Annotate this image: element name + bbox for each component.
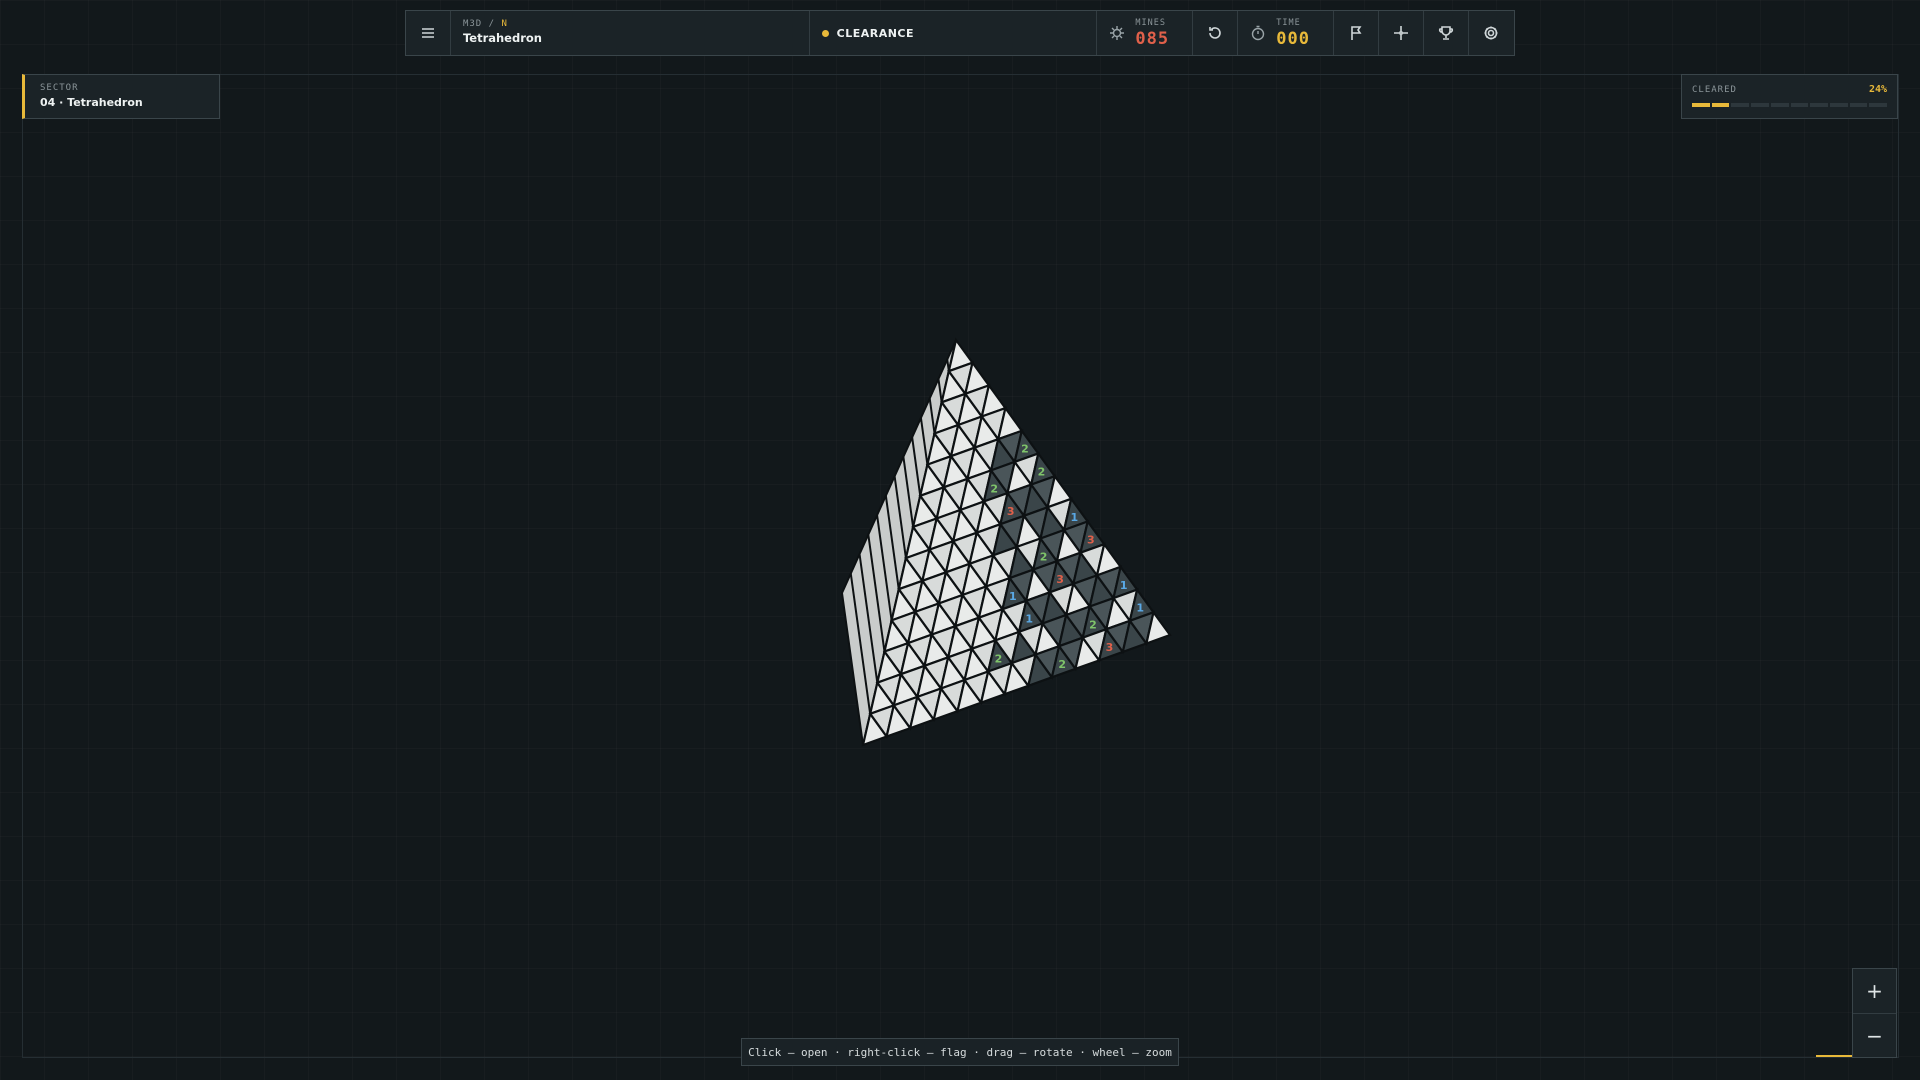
menu-icon xyxy=(421,28,434,38)
cell-number: 3 xyxy=(1007,505,1015,518)
sector-panel: SECTOR 04 · Tetrahedron xyxy=(22,74,220,119)
leaderboard-button[interactable] xyxy=(1424,11,1470,55)
gear-icon xyxy=(1484,26,1498,40)
sector-value: 04 · Tetrahedron xyxy=(40,96,143,109)
cell-number: 3 xyxy=(1056,573,1064,586)
crosshair-icon xyxy=(1394,26,1409,40)
progress-segment xyxy=(1869,103,1888,107)
zoom-out-button[interactable]: − xyxy=(1853,1013,1896,1058)
cell-number: 2 xyxy=(1089,618,1097,631)
cell-number: 3 xyxy=(1106,641,1114,654)
tetrahedron-board[interactable]: 2223 123131122123 xyxy=(830,330,1180,750)
cleared-panel: CLEARED 24% xyxy=(1681,74,1898,119)
top-bar: M3D / N Tetrahedron CLEARANCE MINES 085 … xyxy=(405,10,1515,56)
trophy-icon xyxy=(1438,26,1454,40)
status-block: CLEARANCE xyxy=(810,11,1098,55)
cell-number: 1 xyxy=(1071,511,1079,524)
game-board[interactable]: 2223123131122123 xyxy=(830,330,1180,750)
progress-segment xyxy=(1829,103,1848,107)
cell-number: 1 xyxy=(1120,579,1128,592)
time-value: 000 xyxy=(1276,28,1310,49)
restart-button[interactable] xyxy=(1193,11,1239,55)
progress-segment xyxy=(1770,103,1789,107)
cleared-percent: 24% xyxy=(1868,84,1887,95)
cell-number: 1 xyxy=(1136,602,1144,615)
cell-number: 2 xyxy=(1021,443,1029,456)
cleared-progress-bar xyxy=(1692,103,1888,107)
controls-hint: Click — open · right-click — flag · drag… xyxy=(741,1038,1179,1066)
time-counter: TIME 000 xyxy=(1238,11,1335,55)
progress-segment xyxy=(1790,103,1809,107)
page-title: Tetrahedron xyxy=(462,31,542,45)
breadcrumb-accent: N xyxy=(501,19,508,29)
settings-button[interactable] xyxy=(1469,11,1514,55)
stopwatch-icon xyxy=(1252,25,1265,41)
mines-label: MINES xyxy=(1135,17,1166,28)
center-view-button[interactable] xyxy=(1379,11,1425,55)
title-block: M3D / N Tetrahedron xyxy=(451,11,810,55)
cell-number: 2 xyxy=(1040,550,1048,563)
status-dot-icon xyxy=(821,29,829,37)
cleared-label: CLEARED xyxy=(1692,84,1737,95)
cell-number: 2 xyxy=(990,482,998,495)
cell-number: 2 xyxy=(1058,658,1066,671)
breadcrumb-prefix: M3D / xyxy=(462,19,496,29)
cell-number: 1 xyxy=(1009,590,1017,603)
mines-counter: MINES 085 xyxy=(1097,11,1194,55)
progress-segment xyxy=(1692,103,1710,107)
flag-icon xyxy=(1351,26,1362,40)
flag-mode-button[interactable] xyxy=(1334,11,1380,55)
cell-number: 3 xyxy=(1087,533,1095,546)
status-label: CLEARANCE xyxy=(836,26,915,40)
progress-segment xyxy=(1711,103,1730,107)
time-label: TIME xyxy=(1276,17,1301,28)
mines-value: 085 xyxy=(1135,28,1170,49)
progress-segment xyxy=(1751,103,1769,107)
cell-number: 1 xyxy=(1025,613,1033,626)
menu-button[interactable] xyxy=(406,11,451,55)
mine-icon xyxy=(1110,26,1125,40)
progress-segment xyxy=(1849,103,1868,107)
cell-number: 2 xyxy=(995,652,1003,665)
zoom-controls: + − xyxy=(1852,968,1897,1058)
sector-label: SECTOR xyxy=(40,83,79,93)
progress-segment xyxy=(1810,103,1828,107)
progress-segment xyxy=(1731,103,1750,107)
corner-accent xyxy=(1816,1055,1852,1057)
restart-icon xyxy=(1209,27,1221,39)
cell-number: 2 xyxy=(1038,465,1046,478)
breadcrumb: M3D / N xyxy=(463,19,508,29)
zoom-in-button[interactable]: + xyxy=(1853,969,1896,1013)
